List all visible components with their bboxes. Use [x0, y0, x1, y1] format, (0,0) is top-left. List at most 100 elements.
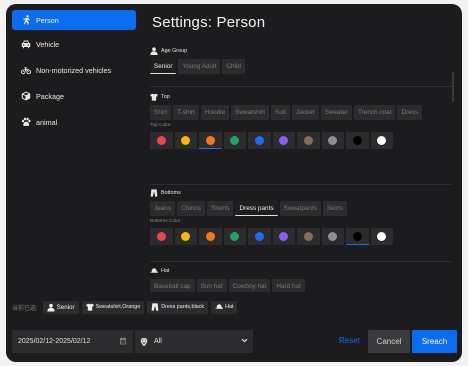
- selected-tag-age[interactable]: Senior: [42, 300, 79, 314]
- color-dot: [205, 232, 215, 241]
- paw-icon: [20, 117, 32, 127]
- shirt-icon: [85, 303, 94, 311]
- top-color-swatch-brown[interactable]: [297, 132, 320, 149]
- hat-options: Baseball cap Sun hat Cowboy hat Hard hat: [150, 279, 452, 292]
- top-color-swatch-blue[interactable]: [248, 132, 271, 149]
- top-color-swatch-orange[interactable]: [199, 132, 222, 149]
- cancel-button[interactable]: Cancel: [368, 330, 410, 353]
- bicycle-icon: [20, 65, 32, 75]
- settings-window: Person Vehicle Non-motorized vehicles Pa…: [6, 4, 462, 362]
- bottoms-color-swatch-yellow[interactable]: [174, 228, 197, 245]
- bottoms-color-swatch-green[interactable]: [223, 228, 246, 245]
- bottoms-color-swatch-red[interactable]: [150, 228, 173, 245]
- age-chip-child[interactable]: Child: [222, 59, 245, 74]
- search-button[interactable]: Sreach: [412, 330, 457, 353]
- top-color-swatch-yellow[interactable]: [174, 132, 197, 149]
- date-range-value: 2025/02/12-2025/02/12: [18, 338, 91, 345]
- top-chip-dress[interactable]: Dress: [397, 105, 423, 120]
- bottoms-color-swatches: [150, 228, 452, 245]
- top-chip-sweatshirt[interactable]: Sweatshirt: [231, 105, 270, 120]
- bottoms-chip-shorts[interactable]: Shorts: [206, 201, 234, 216]
- age-chip-young-adult[interactable]: Young Adult: [178, 59, 221, 74]
- filter-bar: 2025/02/12-2025/02/12 All: [12, 330, 253, 353]
- bottoms-chip-sweatpants[interactable]: Sweatpants: [279, 201, 321, 216]
- age-group-heading: Age Group: [150, 46, 452, 55]
- hat-icon: [150, 267, 158, 275]
- selected-tag-label: Sweatshirt,Orange: [95, 304, 141, 310]
- date-range-picker[interactable]: 2025/02/12-2025/02/12: [12, 330, 133, 353]
- top-options: Shirt T-shirt Hoodie Sweatshirt Suit Jac…: [150, 105, 452, 122]
- top-chip-hoodie[interactable]: Hoodie: [200, 105, 230, 120]
- sidebar-item-label: Vehicle: [36, 39, 60, 49]
- sidebar-item-non-motorized-vehicles[interactable]: Non-motorized vehicles: [12, 60, 136, 80]
- bottoms-color-swatch-blue[interactable]: [248, 228, 271, 245]
- selected-tag-top[interactable]: Sweatshirt,Orange: [81, 300, 145, 314]
- top-chip-sweater[interactable]: Sweater: [320, 105, 352, 120]
- bottoms-color-swatch-orange[interactable]: [199, 228, 222, 245]
- hat-chip-baseball-cap[interactable]: Baseball cap: [150, 279, 195, 292]
- sidebar-item-vehicle[interactable]: Vehicle: [12, 34, 136, 54]
- scrollbar[interactable]: [452, 72, 454, 102]
- divider: [150, 261, 452, 262]
- bottoms-chip-jeans[interactable]: Jeans: [150, 201, 176, 216]
- color-dot: [181, 232, 191, 241]
- sidebar-item-package[interactable]: Package: [12, 86, 136, 106]
- selected-tag-bottoms[interactable]: Dress pants,black: [147, 300, 209, 314]
- person-icon: [47, 303, 55, 312]
- car-icon: [20, 39, 32, 49]
- top-color-swatch-gray[interactable]: [321, 132, 344, 149]
- bottoms-chip-dress-pants[interactable]: Dress pants: [235, 201, 278, 216]
- sidebar-item-person[interactable]: Person: [12, 10, 136, 30]
- sidebar-item-label: animal: [36, 117, 58, 127]
- sidebar-item-label: Person: [36, 15, 59, 25]
- top-color-swatch-green[interactable]: [223, 132, 246, 149]
- top-color-label: Top Color: [150, 123, 171, 128]
- bottoms-section: Bottoms Jeans Chinos Shorts Dress pants …: [150, 188, 452, 245]
- top-chip-suit[interactable]: Suit: [271, 105, 291, 120]
- top-color-swatch-white[interactable]: [370, 132, 393, 149]
- bottoms-color-swatch-black[interactable]: [346, 228, 369, 245]
- selected-tag-hat[interactable]: Hat: [211, 300, 238, 314]
- hat-chip-hard-hat[interactable]: Hard hat: [272, 279, 305, 292]
- hat-chip-sun-hat[interactable]: Sun hat: [196, 279, 227, 292]
- settings-content: Settings: Person Age Group Senior Young …: [146, 4, 456, 292]
- calendar-icon: [119, 336, 127, 347]
- sidebar-item-animal[interactable]: animal: [12, 112, 136, 132]
- camera-select[interactable]: All: [135, 330, 253, 353]
- package-icon: [20, 91, 32, 101]
- current-selection-label: 当前已选:: [12, 305, 38, 312]
- age-group-section: Age Group Senior Young Adult Child: [150, 46, 452, 76]
- bottoms-chip-skirts[interactable]: Skirts: [322, 201, 347, 216]
- color-dot: [181, 136, 191, 145]
- top-chip-trench-coat[interactable]: Trench coat: [353, 105, 396, 120]
- page-title: Settings: Person: [152, 14, 266, 31]
- bottoms-color-swatch-brown[interactable]: [297, 228, 320, 245]
- sidebar: Person Vehicle Non-motorized vehicles Pa…: [12, 10, 136, 136]
- top-chip-t-shirt[interactable]: T-shirt: [173, 105, 199, 120]
- hat-chip-cowboy-hat[interactable]: Cowboy hat: [228, 279, 271, 292]
- top-color-swatch-red[interactable]: [150, 132, 173, 149]
- top-color-swatch-purple[interactable]: [272, 132, 295, 149]
- color-dot: [377, 136, 387, 145]
- hat-title: Hat: [161, 267, 170, 274]
- color-dot: [279, 232, 289, 241]
- top-chip-shirt[interactable]: Shirt: [150, 105, 172, 120]
- hat-icon: [215, 303, 223, 311]
- bottoms-options: Jeans Chinos Shorts Dress pants Sweatpan…: [150, 201, 452, 218]
- current-selection-bar: 当前已选: Senior Sweatshirt,Orange Dress pan…: [12, 300, 240, 314]
- bottoms-color-swatch-white[interactable]: [370, 228, 393, 245]
- bottoms-color-swatch-purple[interactable]: [272, 228, 295, 245]
- bottoms-title: Bottoms: [161, 189, 181, 196]
- top-chip-jacket[interactable]: Jacket: [292, 105, 319, 120]
- color-dot: [205, 135, 215, 145]
- color-dot: [352, 231, 362, 241]
- pants-icon: [151, 303, 159, 311]
- reset-button[interactable]: Reset: [339, 336, 360, 345]
- bottoms-heading: Bottoms: [150, 188, 452, 197]
- bottoms-color-swatch-gray[interactable]: [321, 228, 344, 245]
- sidebar-item-label: Package: [36, 91, 64, 101]
- selected-tag-label: Hat: [225, 304, 234, 310]
- top-color-swatch-black[interactable]: [346, 132, 369, 149]
- age-chip-senior[interactable]: Senior: [150, 59, 177, 74]
- bottoms-chip-chinos[interactable]: Chinos: [177, 201, 205, 216]
